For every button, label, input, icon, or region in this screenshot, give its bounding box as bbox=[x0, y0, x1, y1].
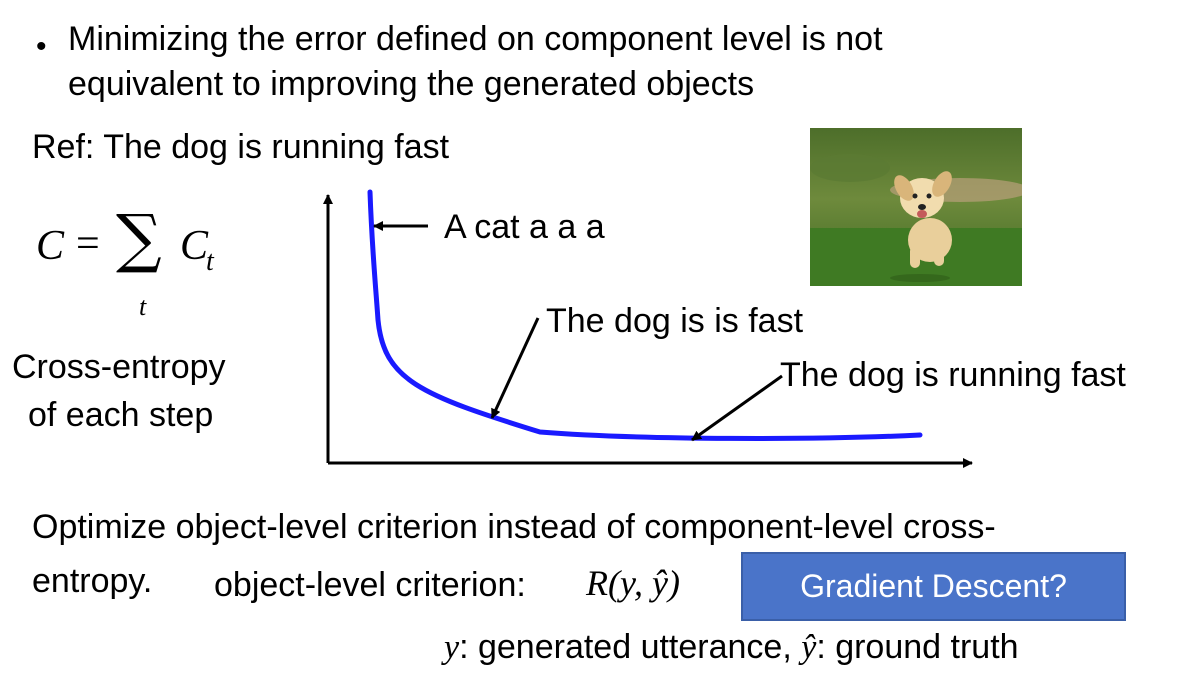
bottom-line-2a: entropy. bbox=[32, 562, 153, 600]
annotation-dog-is-is-fast: The dog is is fast bbox=[546, 302, 804, 340]
criterion-formula: R(y, ŷ) bbox=[586, 563, 680, 603]
annotation-dog-running-fast: The dog is running fast bbox=[780, 356, 1126, 394]
bottom-line-1: Optimize object-level criterion instead … bbox=[32, 508, 996, 546]
bottom-line-3: y: generated utterance, ŷ: ground truth bbox=[444, 626, 1019, 669]
annotation-a-cat: A cat a a a bbox=[444, 208, 605, 246]
line3-text-1: : generated utterance, bbox=[459, 628, 802, 666]
arrow-dog-running bbox=[691, 374, 783, 442]
line3-text-2: : ground truth bbox=[816, 628, 1019, 666]
gradient-descent-label: Gradient Descent? bbox=[800, 568, 1067, 604]
bottom-line-2b: object-level criterion: bbox=[214, 566, 526, 604]
arrow-dog-is-is bbox=[490, 317, 540, 419]
symbol-y: y bbox=[444, 629, 460, 666]
gradient-descent-box[interactable]: Gradient Descent? bbox=[741, 552, 1126, 621]
symbol-y-hat: ŷ bbox=[801, 629, 817, 666]
